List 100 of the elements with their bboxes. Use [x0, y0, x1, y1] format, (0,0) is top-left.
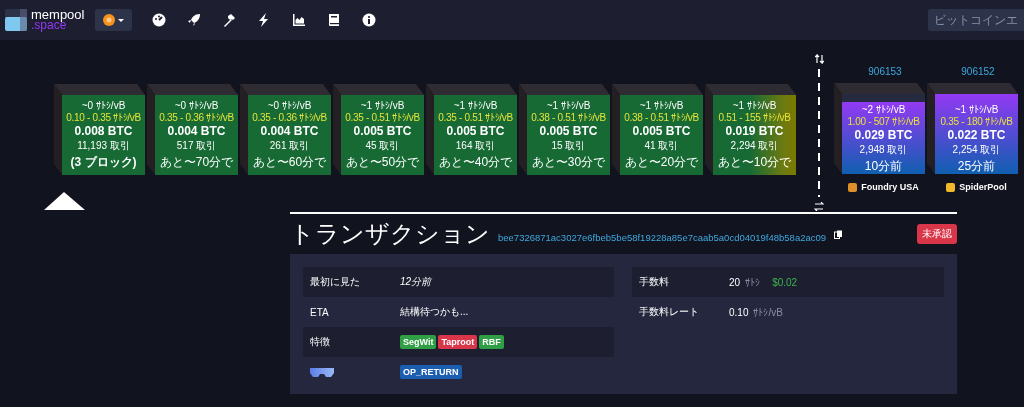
fee-range: 0.35 - 180 ｻﾄｼ/vB [940, 115, 1013, 127]
fee-range: 0.35 - 0.51 ｻﾄｼ/vB [345, 111, 420, 123]
feature-tag: RBF [479, 335, 504, 349]
txid-link[interactable]: bee7326871ac3027e6fbeb5be58f19228a85e7caab5a0cd04019f48b58a2ac09 [498, 231, 827, 243]
pool-logo-icon [848, 182, 858, 192]
feature-tag: SegWit [400, 335, 437, 349]
swap-vertical-icon[interactable] [814, 54, 824, 64]
fee-median: ~2 ｻﾄｼ/vB [861, 103, 906, 115]
block-face[interactable]: ~1 ｻﾄｼ/vB 0.38 - 0.51 ｻﾄｼ/vB 0.005 BTC 15 取引 あと〜30分で [527, 95, 610, 175]
block-eta: あと〜20分で [624, 153, 699, 171]
block-amount: 0.005 BTC [446, 123, 505, 138]
fee-range: 0.38 - 0.51 ｻﾄｼ/vB [531, 111, 606, 123]
block-eta: あと〜40分で [438, 153, 513, 171]
block-face[interactable]: ~0 ｻﾄｼ/vB 0.35 - 0.36 ｻﾄｼ/vB 0.004 BTC 261 取引 あと〜60分で [248, 95, 331, 175]
block-eta: あと〜30分で [531, 153, 606, 171]
detail-value: 12分前 [400, 275, 432, 289]
block-amount: 0.005 BTC [353, 123, 412, 138]
block-face[interactable]: ~1 ｻﾄｼ/vB 0.38 - 0.51 ｻﾄｼ/vB 0.005 BTC 41 取引 あと〜20分で [620, 95, 703, 175]
chart-icon[interactable] [292, 13, 307, 27]
search-field[interactable]: ビットコインエ [928, 9, 1024, 31]
fiat-value: $0.02 [772, 276, 798, 288]
fee-range: 0.38 - 0.51 ｻﾄｼ/vB [624, 111, 699, 123]
fee-median: ~0 ｻﾄｼ/vB [267, 99, 312, 111]
block-amount: 0.004 BTC [167, 123, 226, 138]
logo-icon[interactable] [5, 9, 27, 31]
block-face[interactable]: ~0 ｻﾄｼ/vB 0.35 - 0.36 ｻﾄｼ/vB 0.004 BTC 517 取引 あと〜70分で [155, 95, 238, 175]
block-amount: 0.029 BTC [854, 127, 913, 142]
tx-count: 41 取引 [644, 138, 679, 153]
fee-median: ~0 ｻﾄｼ/vB [174, 99, 219, 111]
block-age: 25分前 [957, 157, 996, 175]
block-amount: 0.005 BTC [632, 123, 691, 138]
block-amount: 0.008 BTC [74, 123, 133, 138]
fee-median: ~1 ｻﾄｼ/vB [360, 99, 405, 111]
detail-label: 手数料 [639, 275, 670, 289]
feature-tag: Taproot [438, 335, 478, 349]
block-face[interactable]: ~0 ｻﾄｼ/vB 0.10 - 0.35 ｻﾄｼ/vB 0.008 BTC 11,193 取引 (3 ブロック) [62, 95, 145, 175]
block-age: 10分前 [864, 157, 903, 175]
fee-unit: ｻﾄｼ [745, 276, 761, 288]
detail-label: 手数料レート [639, 305, 700, 319]
detail-value: 0.10 [729, 306, 749, 318]
book-icon[interactable] [327, 13, 342, 27]
tx-count: 11,193 取引 [77, 138, 130, 153]
tx-count: 45 取引 [365, 138, 400, 153]
detail-label: ETA [310, 306, 330, 318]
bitcoin-icon [103, 14, 116, 26]
tx-count: 2,294 取引 [730, 138, 779, 153]
page-title: トランザクション [290, 219, 490, 249]
info-icon[interactable] [362, 13, 377, 27]
block-face[interactable]: ~1 ｻﾄｼ/vB 0.35 - 0.51 ｻﾄｼ/vB 0.005 BTC 45 取引 あと〜50分で [341, 95, 424, 175]
detail-label: 特徴 [310, 335, 331, 349]
fee-range: 0.35 - 0.51 ｻﾄｼ/vB [438, 111, 513, 123]
block-face[interactable]: ~2 ｻﾄｼ/vB 1.00 - 507 ｻﾄｼ/vB 0.029 BTC 2,948 取引 10分前 [842, 94, 925, 174]
tx-count: 261 取引 [269, 138, 310, 153]
block-eta: (3 ブロック) [70, 153, 137, 171]
block-amount: 0.019 BTC [725, 123, 784, 138]
block-face[interactable]: ~1 ｻﾄｼ/vB 0.51 - 155 ｻﾄｼ/vB 0.019 BTC 2,294 取引 あと〜10分で [713, 95, 796, 175]
fee-median: ~1 ｻﾄｼ/vB [954, 103, 999, 115]
block-eta: あと〜70分で [159, 153, 234, 171]
feature-tag: OP_RETURN [400, 365, 462, 379]
fee-median: ~1 ｻﾄｼ/vB [453, 99, 498, 111]
status-badge: 未承認 [917, 224, 957, 244]
fee-range: 0.35 - 0.36 ｻﾄｼ/vB [252, 111, 327, 123]
block-eta: あと〜50分で [345, 153, 420, 171]
tx-count: 2,254 取引 [952, 142, 1001, 157]
gauge-icon[interactable] [152, 13, 167, 27]
hammer-icon[interactable] [222, 13, 237, 27]
fee-range: 0.35 - 0.36 ｻﾄｼ/vB [159, 111, 234, 123]
block-eta: あと〜60分で [252, 153, 327, 171]
block-eta: あと〜10分で [717, 153, 792, 171]
block-amount: 0.022 BTC [947, 127, 1006, 142]
fee-median: ~0 ｻﾄｼ/vB [81, 99, 126, 111]
fee-range: 0.10 - 0.35 ｻﾄｼ/vB [66, 111, 141, 123]
fee-range: 0.51 - 155 ｻﾄｼ/vB [718, 111, 791, 123]
fee-median: ~1 ｻﾄｼ/vB [732, 99, 777, 111]
caret-icon [118, 18, 125, 22]
detail-value: 20 [729, 276, 741, 288]
block-height[interactable]: 906153 [868, 66, 902, 77]
block-amount: 0.005 BTC [539, 123, 598, 138]
block-face[interactable]: ~1 ｻﾄｼ/vB 0.35 - 0.51 ｻﾄｼ/vB 0.005 BTC 164 取引 あと〜40分で [434, 95, 517, 175]
fee-median: ~1 ｻﾄｼ/vB [546, 99, 591, 111]
detail-value: 結構待つかも... [400, 305, 469, 319]
rocket-icon[interactable] [187, 13, 202, 27]
pool-logo-icon [946, 182, 956, 192]
block-height[interactable]: 906152 [961, 66, 995, 77]
fee-range: 1.00 - 507 ｻﾄｼ/vB [847, 115, 920, 127]
block-amount: 0.004 BTC [260, 123, 319, 138]
tx-count: 15 取引 [551, 138, 586, 153]
tx-count: 164 取引 [455, 138, 496, 153]
pool-name[interactable]: SpiderPool [959, 182, 1007, 192]
fee-unit: ｻﾄｼ/vB [753, 306, 783, 318]
fee-median: ~1 ｻﾄｼ/vB [639, 99, 684, 111]
copy-icon[interactable] [834, 229, 844, 239]
block-face[interactable]: ~1 ｻﾄｼ/vB 0.35 - 180 ｻﾄｼ/vB 0.022 BTC 2,254 取引 25分前 [935, 94, 1018, 174]
goggles-icon [310, 366, 334, 378]
detail-label: 最初に見た [310, 275, 361, 289]
network-selector[interactable] [95, 9, 133, 31]
tx-count: 2,948 取引 [859, 142, 908, 157]
swap-horizontal-icon[interactable] [814, 202, 824, 211]
pool-name[interactable]: Foundry USA [861, 182, 919, 192]
tx-count: 517 取引 [176, 138, 217, 153]
